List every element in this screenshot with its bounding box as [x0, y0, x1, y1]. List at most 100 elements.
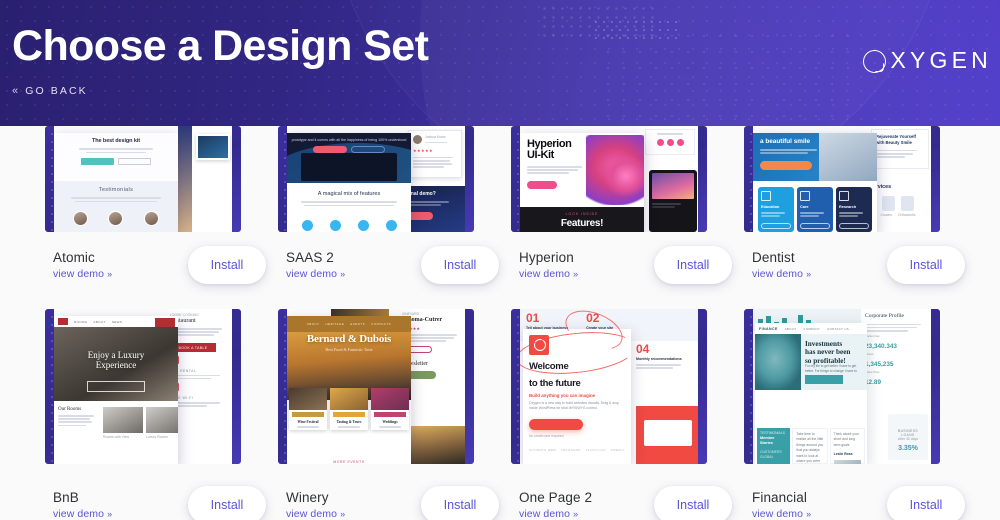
- preview-stat-label: Market Cap: [865, 333, 880, 338]
- preview-star-rating: ★★★★★: [413, 147, 433, 153]
- design-set-card-hyperion[interactable]: Hyperion UI-Kit LOOK INSIDE Features! Hy…: [511, 110, 744, 290]
- preview-atomic[interactable]: The best design kit Testimonials: [45, 126, 241, 232]
- preview-review-name: Joshua Krobs: [425, 135, 446, 139]
- preview-hyperion[interactable]: Hyperion UI-Kit LOOK INSIDE Features!: [511, 126, 707, 232]
- tooth-icon: [882, 196, 895, 211]
- design-set-card-saas-2[interactable]: rsonal demo? Joshua Krobs ★★★★★ prototyp…: [278, 110, 511, 290]
- view-demo-link[interactable]: view demo »: [286, 268, 345, 280]
- install-button[interactable]: Install: [654, 246, 732, 284]
- preview-stat-label: Assets: [865, 351, 874, 356]
- chevron-right-icon: »: [573, 269, 579, 279]
- preview-one-page-2[interactable]: 01 Tell about your business 02 Create yo…: [511, 309, 707, 464]
- preview-screenshot: Hyperion UI-Kit LOOK INSIDE Features!: [520, 126, 698, 232]
- design-set-card-bnb[interactable]: LOOSE COOKING Restaurant BOOK A TABLE CA…: [45, 300, 278, 520]
- feature-icon: [385, 220, 397, 232]
- preview-newsletter-heading: Newsletter: [402, 361, 428, 368]
- view-demo-link[interactable]: view demo »: [286, 508, 345, 520]
- preview-loan-rate: 3.35%: [898, 445, 918, 453]
- design-set-name: BnB: [53, 490, 79, 505]
- view-demo-label: view demo: [286, 268, 338, 280]
- preview-service-item: Crowns: [880, 213, 892, 217]
- preview-body: Oxygen is a new way to build websites vi…: [529, 400, 620, 411]
- design-set-card-one-page-2[interactable]: 01 Tell about your business 02 Create yo…: [511, 300, 744, 520]
- header-right-dots: [600, 28, 850, 124]
- dot-icon: [666, 138, 674, 146]
- preview-card-care: Care: [797, 187, 833, 232]
- preview-event-title: Weddings: [382, 420, 398, 424]
- preview-hero: Hyperion UI-Kit: [520, 133, 644, 205]
- preview-saas-2[interactable]: rsonal demo? Joshua Krobs ★★★★★ prototyp…: [278, 126, 474, 232]
- preview-side-heading: Corporate Profile: [865, 313, 904, 319]
- oxygen-logo: XYGEN: [863, 47, 992, 74]
- install-button[interactable]: Install: [887, 246, 965, 284]
- nav-item: EVENTS: [350, 322, 366, 326]
- preview-story-author: Leslie Ross: [833, 452, 853, 457]
- go-back-link[interactable]: « GO BACK: [12, 85, 88, 97]
- preview-features: LOOK INSIDE Features!: [520, 207, 644, 232]
- education-icon: [761, 191, 771, 201]
- preview-hero: Enjoy a Luxury Experience: [54, 327, 178, 401]
- view-demo-link[interactable]: view demo »: [53, 268, 112, 280]
- chevron-right-icon: »: [340, 509, 346, 519]
- braces-icon: [901, 196, 914, 211]
- design-set-card-dentist[interactable]: Services Crowns Orthodontic Rejuvenate Y…: [744, 110, 977, 290]
- preview-review-card: Joshua Krobs ★★★★★: [408, 130, 462, 178]
- preview-winery[interactable]: VINEYARD Sonoma-Cutrer ★★★★★ Newsletter …: [278, 309, 474, 464]
- avatar: [108, 211, 124, 227]
- preview-hero-text: prototype and it comes with all the happ…: [291, 138, 407, 142]
- preview-card-research: Research: [836, 187, 872, 232]
- preview-screenshot: Services Crowns Orthodontic Rejuvenate Y…: [753, 126, 931, 232]
- preview-dentist[interactable]: Services Crowns Orthodontic Rejuvenate Y…: [744, 126, 940, 232]
- preview-event-image: [371, 388, 409, 410]
- preview-bnb[interactable]: LOOSE COOKING Restaurant BOOK A TABLE CA…: [45, 309, 241, 464]
- preview-event-card: Tasting & Tours: [330, 388, 368, 430]
- preview-story-text: Take time to realize all the little thin…: [796, 432, 824, 464]
- card-meta: Dentist view demo » Install: [752, 246, 965, 284]
- preview-browser-mockup: [644, 420, 692, 446]
- preview-card-title: Education: [761, 205, 780, 209]
- design-set-card-financial[interactable]: Corporate Profile Market Cap 23,340.343 …: [744, 300, 977, 520]
- preview-heading: The best design kit: [92, 138, 140, 144]
- preview-fish-illustration-2: [604, 155, 644, 197]
- design-set-card-winery[interactable]: VINEYARD Sonoma-Cutrer ★★★★★ Newsletter …: [278, 300, 511, 520]
- chevron-right-icon: »: [806, 509, 812, 519]
- install-button[interactable]: Install: [188, 246, 266, 284]
- preview-financial[interactable]: Corporate Profile Market Cap 23,340.343 …: [744, 309, 940, 464]
- install-button[interactable]: Install: [887, 486, 965, 520]
- preview-story-card: Think about your short and long term goa…: [829, 428, 865, 464]
- preview-features-kicker: LOOK INSIDE: [565, 212, 599, 216]
- preview-side-card: Rejuvenate Yourself with Beauty Smile: [871, 129, 929, 169]
- preview-star-rating: ★★★★★: [402, 326, 462, 331]
- preview-phone-image: [652, 173, 694, 199]
- preview-phone-mockup: [649, 170, 697, 232]
- preview-heading: Enjoy a Luxury Experience: [54, 350, 178, 371]
- view-demo-link[interactable]: view demo »: [752, 508, 811, 520]
- preview-event-cards: Wine Festival Tasting & Tours Weddings: [289, 388, 409, 430]
- go-back-chevron-icon: «: [12, 84, 21, 97]
- preview-cta: [527, 180, 557, 189]
- view-demo-label: view demo: [286, 508, 338, 520]
- card-meta: Atomic view demo » Install: [53, 246, 266, 284]
- preview-step-number: 01: [526, 311, 540, 325]
- nav-item: ABOUT: [93, 319, 106, 324]
- install-button[interactable]: Install: [188, 486, 266, 520]
- view-demo-label: view demo: [53, 268, 105, 280]
- install-button[interactable]: Install: [421, 486, 499, 520]
- view-demo-link[interactable]: view demo »: [53, 508, 112, 520]
- install-button[interactable]: Install: [654, 486, 732, 520]
- view-demo-link[interactable]: view demo »: [752, 268, 811, 280]
- preview-front-panel: FINANCE ABOUT COMPANY CONTACT US Investm…: [755, 323, 867, 464]
- view-demo-link[interactable]: view demo »: [519, 268, 578, 280]
- view-demo-link[interactable]: view demo »: [519, 508, 592, 520]
- install-button[interactable]: Install: [421, 246, 499, 284]
- preview-event-card: Wine Festival: [289, 388, 327, 430]
- preview-member-card: TESTIMONIALS Member Stories CUSTOMERS GL…: [757, 428, 791, 464]
- preview-navbar: ABOUT HERITAGE EVENTS CONTACTS: [287, 316, 411, 332]
- design-set-card-atomic[interactable]: The best design kit Testimonials Atomic …: [45, 110, 278, 290]
- nav-item: HERITAGE: [325, 322, 345, 326]
- preview-photo: [196, 134, 230, 160]
- preview-screenshot: 01 Tell about your business 02 Create yo…: [520, 309, 698, 464]
- finance-logo: FINANCE: [759, 326, 778, 331]
- preview-service-item: Orthodontic: [897, 213, 916, 217]
- preview-testimonials: Testimonials: [54, 181, 178, 232]
